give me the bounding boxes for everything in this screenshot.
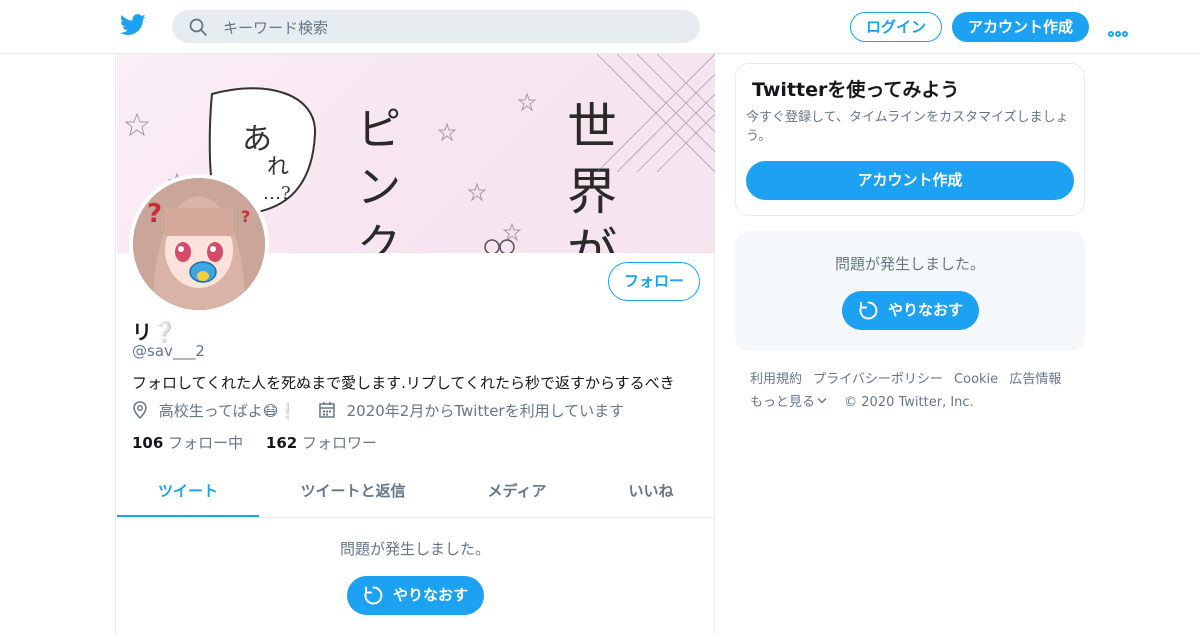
refresh-icon [364,586,383,605]
profile-stats: 106 フォロー中 162 フォロワー [132,432,377,453]
sidebar-retry-button[interactable]: やりなおす [842,291,979,330]
svg-text:世: 世 [567,98,617,156]
profile-name: リ❔ [132,316,177,345]
svg-text:?: ? [147,199,162,229]
following-label: フォロー中 [168,434,244,452]
timeline-retry-button[interactable]: やりなおす [347,576,484,615]
tab-tweets-and-replies[interactable]: ツイートと返信 [259,466,447,517]
profile-name-text: リ [132,320,152,344]
top-navigation-bar: キーワード検索 ログイン アカウント作成 [0,0,1200,54]
following-count: 106 [132,434,164,452]
profile-location: 高校生ってばよ😷❕ [158,402,298,420]
footer-link-cookie[interactable]: Cookie [954,372,998,387]
signup-card: Twitterを使ってみよう 今すぐ登録して、タイムラインをカスタマイズしましょ… [735,63,1085,216]
timeline-retry-label: やりなおす [393,586,469,604]
followers-stat[interactable]: 162 フォロワー [266,434,377,452]
search-input[interactable]: キーワード検索 [172,10,700,43]
profile-tabs: ツイート ツイートと返信 メディア いいね [117,466,715,518]
follow-button[interactable]: フォロー [608,262,700,301]
profile-column: あ れ …? ピ ン ク 世 界 が ? ? フォロー リ❔ @sav___2 … [115,54,715,634]
svg-text:ン: ン [357,162,401,213]
signup-card-button[interactable]: アカウント作成 [746,161,1074,200]
tab-media[interactable]: メディア [447,466,587,517]
footer-link-terms[interactable]: 利用規約 [750,372,802,387]
sidebar-error-text: 問題が発生しました。 [834,255,985,273]
svg-text:ク: ク [357,220,401,253]
svg-text:あ: あ [242,122,272,157]
footer-more-label: もっと見る [750,395,816,410]
avatar-artwork: ? ? [133,178,265,310]
sidebar-retry-label: やりなおす [888,301,964,319]
calendar-icon [319,402,335,418]
sidebar-error-panel: 問題が発生しました。 やりなおす [735,231,1085,351]
svg-text:界: 界 [567,163,617,221]
avatar-image: ? ? [133,178,265,310]
profile-joined-date: 2020年2月からTwitterを利用しています [346,402,625,420]
login-button[interactable]: ログイン [850,12,942,42]
search-icon [189,18,207,36]
avatar[interactable]: ? ? [129,174,269,314]
search-placeholder: キーワード検索 [223,19,329,37]
followers-label: フォロワー [301,434,377,452]
sidebar-footer: 利用規約 プライバシーポリシー Cookie 広告情報 もっと見る © 2020… [750,368,1090,414]
tab-likes[interactable]: いいね [587,466,715,517]
profile-name-emoji: ❔ [152,320,177,344]
svg-text:れ: れ [267,155,289,180]
svg-text:…?: …? [263,183,291,204]
profile-handle[interactable]: @sav___2 [132,342,205,360]
footer-second-row: もっと見る © 2020 Twitter, Inc. [750,391,1090,414]
svg-text:ピ: ピ [357,104,401,155]
footer-link-ads[interactable]: 広告情報 [1009,372,1061,387]
chevron-down-icon [817,398,827,404]
footer-more-link[interactable]: もっと見る [750,395,827,410]
svg-text:が: が [567,223,617,253]
signup-card-title: Twitterを使ってみよう [752,79,960,101]
more-dots-icon[interactable] [1108,22,1130,37]
svg-text:?: ? [241,207,250,226]
profile-meta: 高校生ってばよ😷❕ 2020年2月からTwitterを利用しています [132,400,624,421]
refresh-icon [859,301,878,320]
followers-count: 162 [265,434,298,452]
signup-card-subtitle: 今すぐ登録して、タイムラインをカスタマイズしましょう。 [746,110,1069,144]
twitter-bird-icon[interactable] [120,14,146,36]
tab-tweets[interactable]: ツイート [117,466,259,517]
footer-copyright: © 2020 Twitter, Inc. [844,395,974,410]
location-pin-icon [133,401,147,419]
profile-bio: フォロしてくれた人を死ぬまで愛します.リプしてくれたら秒で返すからするべき [132,374,675,392]
following-stat[interactable]: 106 フォロー中 [132,434,243,452]
timeline-error-text: 問題が発生しました。 [339,540,490,558]
footer-link-privacy[interactable]: プライバシーポリシー [813,372,943,387]
footer-links-row: 利用規約 プライバシーポリシー Cookie 広告情報 [750,368,1090,391]
signup-button[interactable]: アカウント作成 [952,12,1089,42]
